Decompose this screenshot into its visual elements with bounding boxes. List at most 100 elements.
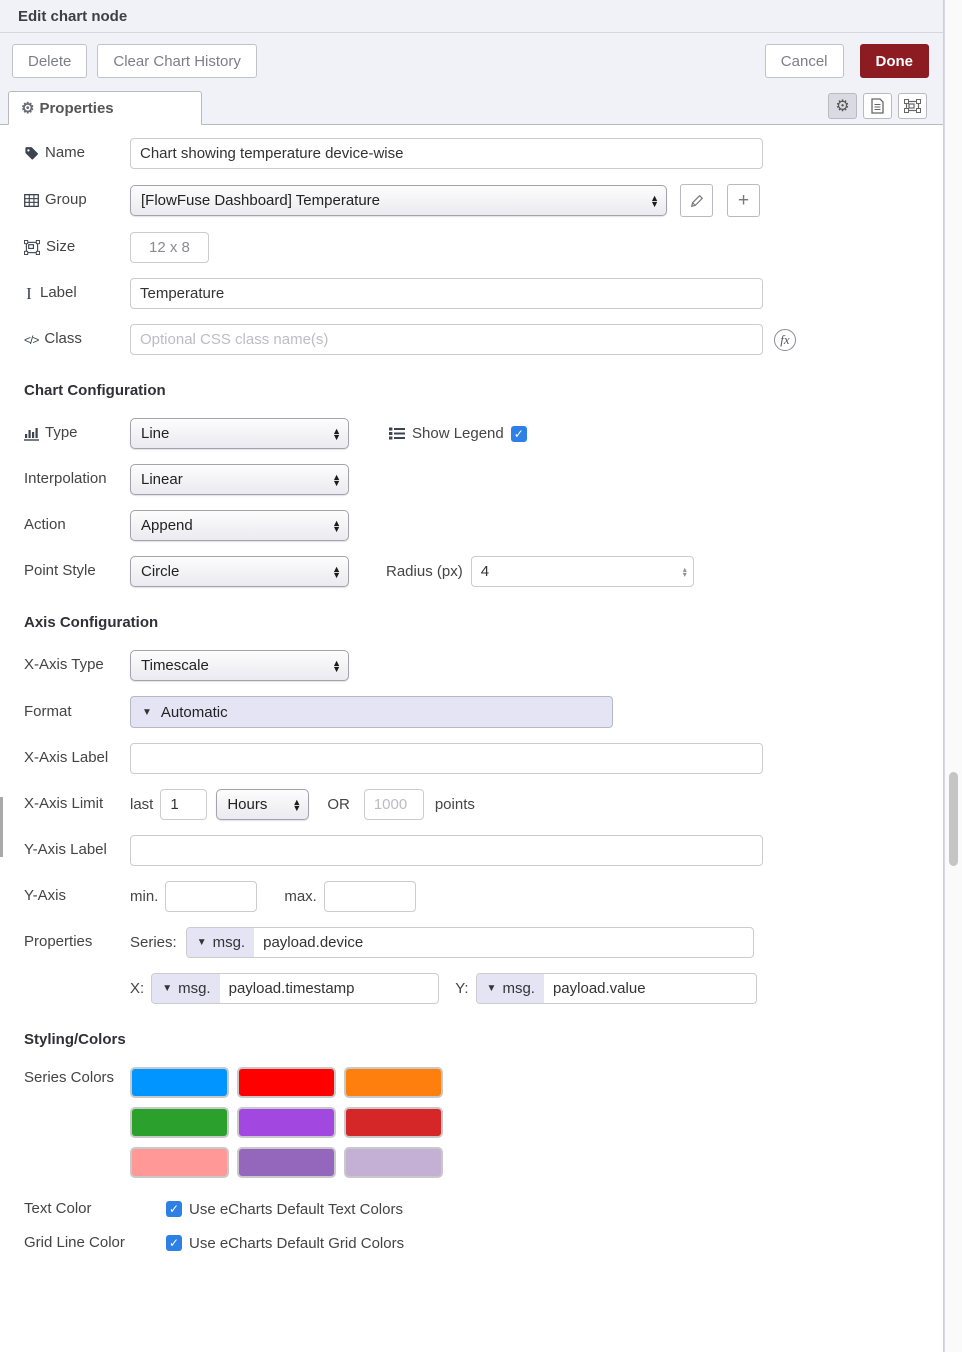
radius-input-wrap: ▴▾	[471, 556, 694, 587]
series-colors-row: Series Colors	[24, 1067, 923, 1178]
x-axis-label-row: X-Axis Label	[24, 743, 923, 774]
y-axis-label-label-group: Y-Axis Label	[24, 841, 130, 860]
x-axis-limit-label: X-Axis Limit	[24, 795, 103, 814]
show-legend-label: Show Legend	[412, 425, 504, 442]
y-axis-label-input[interactable]	[130, 835, 763, 866]
format-dropdown-value: Automatic	[161, 704, 228, 721]
class-label: Class	[44, 330, 82, 349]
series-color-swatch[interactable]	[344, 1067, 443, 1098]
x-axis-limit-points-input[interactable]	[364, 789, 424, 820]
series-color-swatch[interactable]	[130, 1107, 229, 1138]
x-axis-type-select[interactable]: Timescale ▲▼	[130, 650, 349, 681]
scrollbar-thumb[interactable]	[949, 772, 958, 866]
size-label: Size	[46, 238, 75, 257]
text-color-checkbox[interactable]: ✓	[166, 1201, 182, 1217]
series-prop-chip[interactable]: ▼ msg.	[187, 928, 254, 957]
class-input[interactable]	[130, 324, 763, 355]
point-style-label: Point Style	[24, 562, 96, 581]
tab-properties-label: Properties	[39, 100, 113, 117]
stepper-icon[interactable]: ▴▾	[683, 567, 687, 577]
tag-icon	[24, 146, 39, 161]
y-typed-input[interactable]: ▼ msg. payload.value	[476, 973, 757, 1004]
x-axis-label-input[interactable]	[130, 743, 763, 774]
interpolation-select-value: Linear	[141, 471, 183, 488]
description-tab-button[interactable]	[863, 93, 892, 119]
label-label-group: I Label	[24, 284, 130, 304]
series-color-swatch[interactable]	[237, 1107, 336, 1138]
point-style-row: Point Style Circle ▲▼ Radius (px) ▴▾	[24, 556, 923, 587]
cancel-button[interactable]: Cancel	[765, 44, 844, 78]
x-axis-type-row: X-Axis Type Timescale ▲▼	[24, 650, 923, 681]
size-button[interactable]: 12 x 8	[130, 232, 209, 263]
grid-color-label-group: Grid Line Color	[24, 1234, 130, 1253]
text-color-checkbox-label: Use eCharts Default Text Colors	[189, 1201, 403, 1218]
format-dropdown[interactable]: ▼ Automatic	[130, 696, 613, 728]
scrollbar-track[interactable]	[944, 0, 962, 1352]
y-prop-chip[interactable]: ▼ msg.	[477, 974, 544, 1003]
name-input[interactable]	[130, 138, 763, 169]
i-cursor-icon: I	[24, 284, 34, 304]
x-prop-chip[interactable]: ▼ msg.	[152, 974, 219, 1003]
text-color-row: Text Color ✓ Use eCharts Default Text Co…	[24, 1200, 923, 1219]
series-color-swatch[interactable]	[237, 1067, 336, 1098]
x-typed-input[interactable]: ▼ msg. payload.timestamp	[151, 973, 439, 1004]
grid-color-row: Grid Line Color ✓ Use eCharts Default Gr…	[24, 1234, 923, 1253]
group-select[interactable]: [FlowFuse Dashboard] Temperature ▲▼	[130, 185, 667, 216]
tab-bar: ⚙ Properties ⚙	[0, 90, 943, 125]
y-axis-min-input[interactable]	[165, 881, 257, 912]
size-label-group: Size	[24, 238, 130, 257]
text-color-checkbox-group: ✓ Use eCharts Default Text Colors	[166, 1201, 403, 1218]
action-row: Action Append ▲▼	[24, 510, 923, 541]
series-typed-input[interactable]: ▼ msg. payload.device	[186, 927, 754, 958]
properties-tab-button[interactable]: ⚙	[828, 93, 857, 119]
series-color-swatch[interactable]	[130, 1147, 229, 1178]
point-style-select[interactable]: Circle ▲▼	[130, 556, 349, 587]
x-axis-limit-unit-value: Hours	[227, 796, 267, 813]
grid-color-checkbox-label: Use eCharts Default Grid Colors	[189, 1235, 404, 1252]
name-row: Name	[24, 138, 923, 169]
points-text: points	[435, 796, 475, 813]
point-style-select-value: Circle	[141, 563, 179, 580]
x-axis-type-select-value: Timescale	[141, 657, 209, 674]
add-group-button[interactable]: +	[727, 184, 760, 217]
x-prop-label: msg.	[178, 980, 211, 997]
appearance-tab-button[interactable]	[898, 93, 927, 119]
radius-input[interactable]	[471, 556, 694, 587]
legend-icon	[389, 427, 405, 440]
group-row: Group [FlowFuse Dashboard] Temperature ▲…	[24, 184, 923, 217]
y-value: payload.value	[544, 980, 655, 997]
grid-color-label: Grid Line Color	[24, 1234, 125, 1253]
label-input[interactable]	[130, 278, 763, 309]
tab-properties[interactable]: ⚙ Properties	[8, 91, 202, 125]
action-select[interactable]: Append ▲▼	[130, 510, 349, 541]
edit-group-button[interactable]	[680, 184, 713, 217]
interpolation-select[interactable]: Linear ▲▼	[130, 464, 349, 495]
group-label: Group	[45, 191, 87, 210]
grid-color-checkbox[interactable]: ✓	[166, 1235, 182, 1251]
label-label: Label	[40, 284, 77, 303]
done-button[interactable]: Done	[860, 44, 930, 78]
y-axis-label-group: Y-Axis	[24, 887, 130, 906]
action-label: Action	[24, 516, 66, 535]
chevron-down-icon: ▼	[142, 707, 152, 718]
type-label: Type	[45, 424, 78, 443]
type-select[interactable]: Line ▲▼	[130, 418, 349, 449]
delete-button[interactable]: Delete	[12, 44, 87, 78]
series-color-swatch[interactable]	[344, 1107, 443, 1138]
label-row: I Label	[24, 278, 923, 309]
select-arrows-icon: ▲▼	[324, 428, 341, 440]
pencil-icon	[690, 194, 704, 208]
x-axis-limit-value-input[interactable]	[160, 789, 207, 820]
y-axis-max-input[interactable]	[324, 881, 416, 912]
styling-colors-heading: Styling/Colors	[24, 1031, 923, 1048]
group-select-value: [FlowFuse Dashboard] Temperature	[141, 192, 380, 209]
clear-chart-history-button[interactable]: Clear Chart History	[97, 44, 257, 78]
edit-chart-node-dialog: Edit chart node Delete Clear Chart Histo…	[0, 0, 944, 1352]
type-row: Type Line ▲▼ Show Legend ✓	[24, 418, 923, 449]
show-legend-checkbox[interactable]: ✓	[511, 426, 527, 442]
xy-row: X: ▼ msg. payload.timestamp Y: ▼ msg. pa…	[24, 973, 923, 1004]
x-axis-limit-unit-select[interactable]: Hours ▲▼	[216, 789, 309, 820]
series-color-swatch[interactable]	[237, 1147, 336, 1178]
series-color-swatch[interactable]	[344, 1147, 443, 1178]
series-color-swatch[interactable]	[130, 1067, 229, 1098]
